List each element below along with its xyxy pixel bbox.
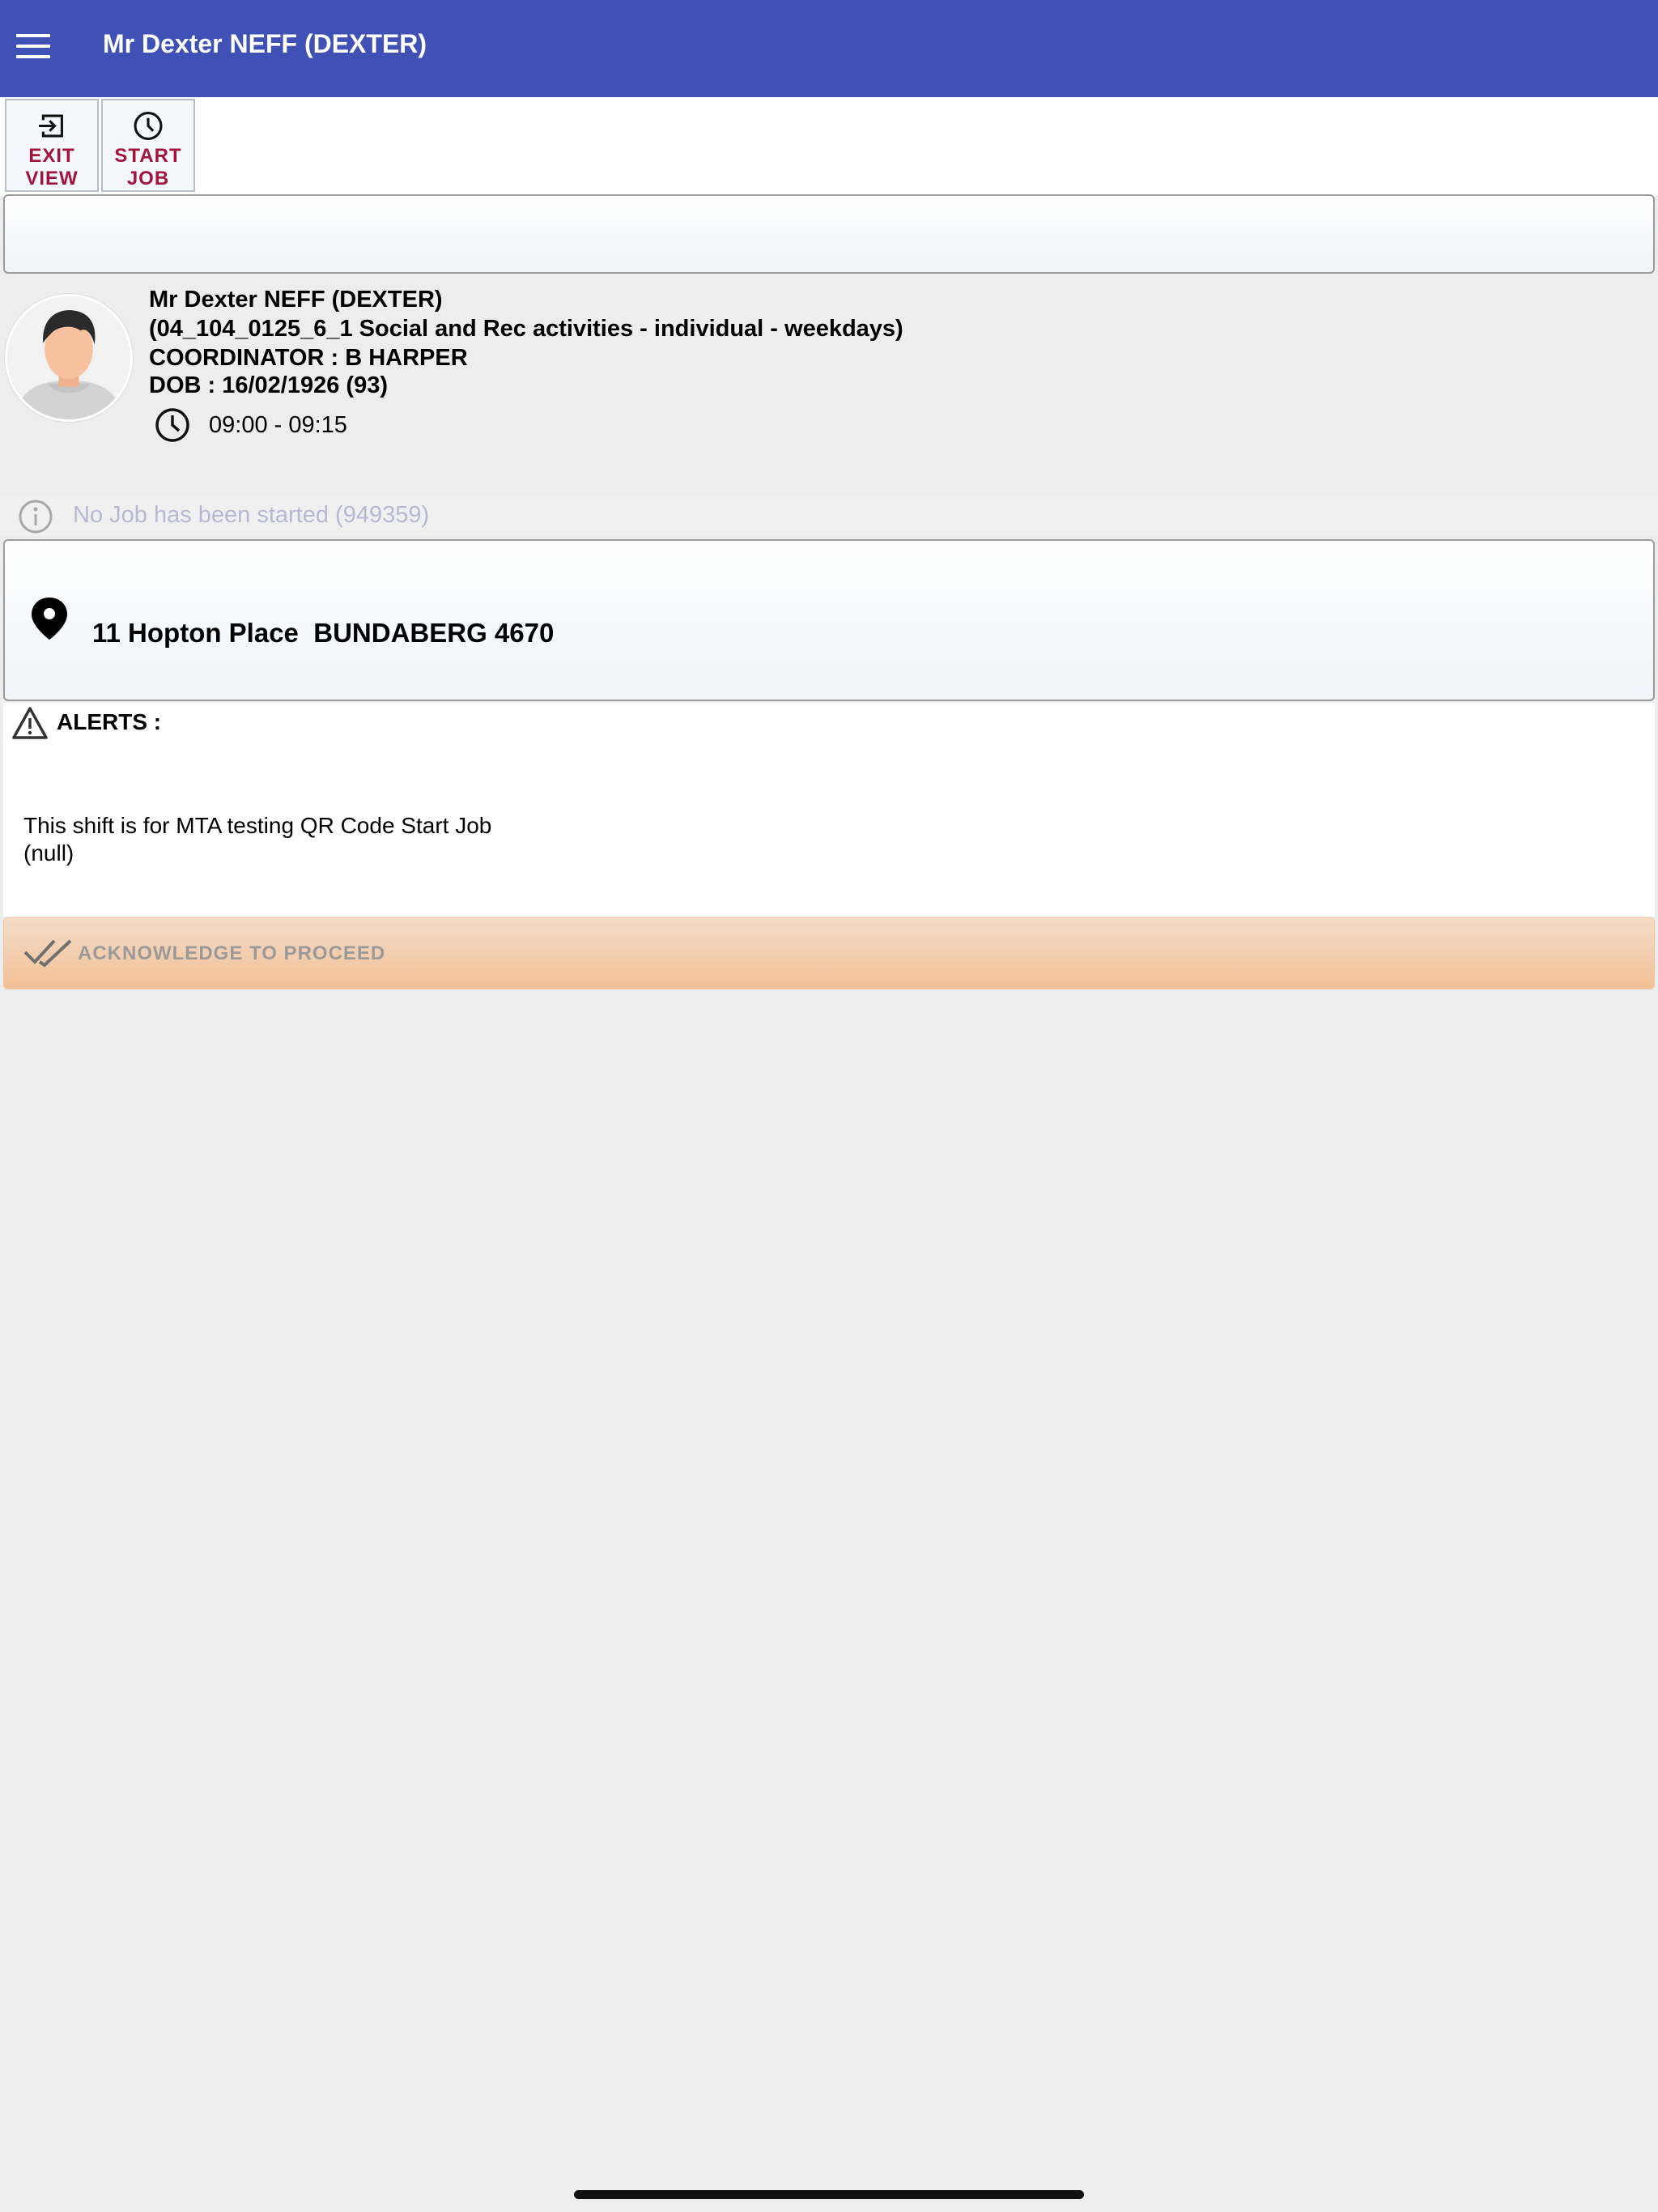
toolbar: EXIT VIEW START JOB — [0, 97, 1658, 196]
start-job-label-line2: JOB — [126, 168, 170, 189]
exit-icon — [39, 114, 63, 138]
alerts-panel: ALERTS : This shift is for MTA testing Q… — [3, 703, 1655, 917]
exit-view-label-line2: VIEW — [25, 168, 79, 189]
address-text: 11 Hopton Place BUNDABERG 4670 — [92, 618, 555, 648]
shift-time: 09:00 - 09:15 — [154, 406, 347, 444]
info-icon — [19, 500, 53, 534]
user-avatar-icon — [5, 294, 133, 422]
client-details: Mr Dexter NEFF (DEXTER) (04_104_0125_6_1… — [149, 285, 903, 400]
hamburger-menu-icon[interactable] — [16, 34, 50, 58]
job-status-text: No Job has been started (949359) — [73, 502, 430, 528]
double-check-icon — [23, 939, 72, 968]
clock-icon — [155, 408, 189, 442]
job-status: No Job has been started (949359) — [0, 496, 1658, 536]
message-banner — [3, 194, 1655, 274]
alert-text: This shift is for MTA testing QR Code St… — [23, 813, 492, 838]
client-service: (04_104_0125_6_1 Social and Rec activiti… — [149, 316, 903, 342]
home-indicator[interactable] — [574, 2190, 1084, 2199]
acknowledge-label: ACKNOWLEDGE TO PROCEED — [78, 942, 386, 964]
warning-icon — [12, 707, 48, 739]
exit-view-button[interactable]: EXIT VIEW — [5, 99, 99, 192]
client-dob: DOB : 16/02/1926 (93) — [149, 372, 388, 398]
alerts-heading: ALERTS : — [57, 709, 162, 734]
app-bar: Mr Dexter NEFF (DEXTER) — [0, 0, 1658, 97]
page-title: Mr Dexter NEFF (DEXTER) — [103, 29, 427, 58]
client-name: Mr Dexter NEFF (DEXTER) — [149, 287, 443, 313]
shift-time-text: 09:00 - 09:15 — [209, 411, 347, 438]
address-panel[interactable]: 11 Hopton Place BUNDABERG 4670 — [3, 539, 1655, 701]
client-coordinator: COORDINATOR : B HARPER — [149, 345, 468, 371]
start-job-label-line1: START — [114, 145, 182, 167]
start-job-button[interactable]: START JOB — [101, 99, 195, 192]
alert-text-null: (null) — [23, 840, 74, 866]
clock-icon — [134, 111, 163, 141]
exit-view-label-line1: EXIT — [28, 145, 75, 167]
acknowledge-button[interactable]: ACKNOWLEDGE TO PROCEED — [3, 917, 1655, 989]
map-pin-icon — [32, 598, 67, 640]
